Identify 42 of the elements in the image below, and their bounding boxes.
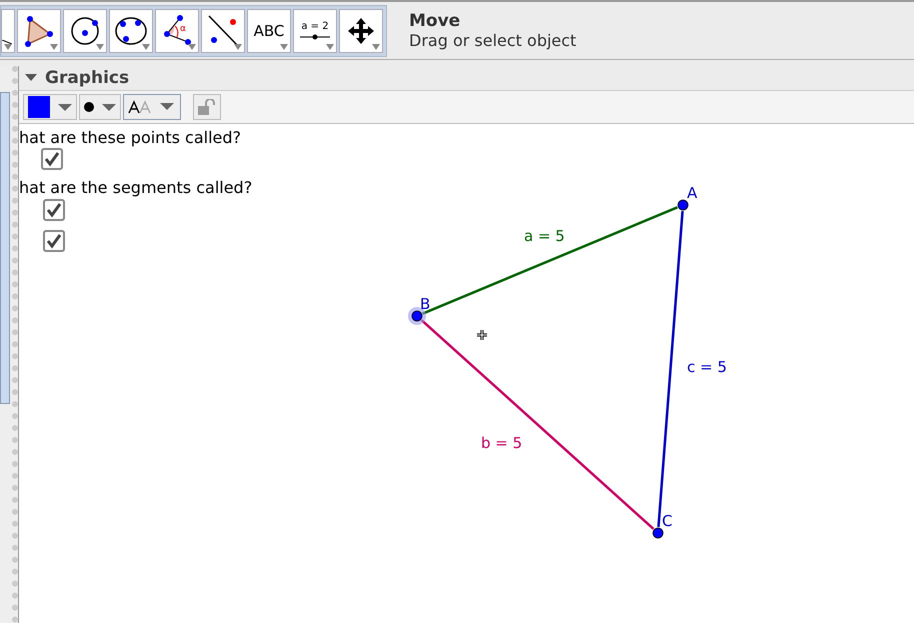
point[interactable]	[678, 200, 688, 210]
segment-label: a = 5	[524, 227, 565, 245]
point-label: B	[420, 295, 430, 313]
caret-icon	[102, 104, 116, 110]
tool-button[interactable]	[201, 8, 245, 52]
question-text: hat are the segments called?	[19, 178, 252, 197]
collapse-triangle-icon	[25, 74, 37, 82]
checkbox[interactable]	[43, 230, 65, 252]
move-arrows-icon	[346, 16, 376, 46]
point[interactable]	[412, 310, 422, 322]
tool-button[interactable]: α	[155, 8, 199, 52]
point[interactable]	[652, 528, 664, 538]
tool-hint: Drag or select object	[409, 31, 576, 50]
question-text: hat are these points called?	[19, 128, 241, 147]
triangle-icon	[22, 14, 56, 48]
tool-label: ABC	[254, 22, 284, 40]
text-style-button[interactable]	[123, 94, 181, 120]
point-style-button[interactable]	[79, 94, 121, 120]
tool-name: Move	[409, 11, 462, 31]
point-label: C	[662, 512, 672, 530]
scrollbar[interactable]	[0, 92, 10, 404]
tool-button[interactable]	[17, 8, 61, 52]
checkbox[interactable]	[43, 199, 65, 221]
segment[interactable]	[422, 206, 678, 315]
dot-icon	[84, 102, 94, 112]
alpha-symbol: α	[180, 24, 186, 34]
tool-button[interactable]	[63, 8, 107, 52]
caret-icon	[58, 104, 72, 110]
panel-title: Graphics	[45, 68, 130, 88]
point-label: A	[687, 184, 698, 202]
tool-button[interactable]	[109, 8, 153, 52]
unlock-icon	[198, 99, 216, 115]
tool-button[interactable]: a = 2	[293, 8, 337, 52]
segment-label: c = 5	[687, 358, 727, 376]
crosshair-cursor-icon	[476, 328, 488, 342]
color-picker-button[interactable]	[23, 94, 77, 120]
tool-button[interactable]: ABC	[247, 8, 291, 52]
segment-label: b = 5	[481, 434, 522, 452]
segment[interactable]	[657, 210, 684, 528]
tool-button[interactable]	[339, 8, 383, 52]
checkbox[interactable]	[41, 148, 63, 170]
line-icon	[2, 40, 12, 44]
